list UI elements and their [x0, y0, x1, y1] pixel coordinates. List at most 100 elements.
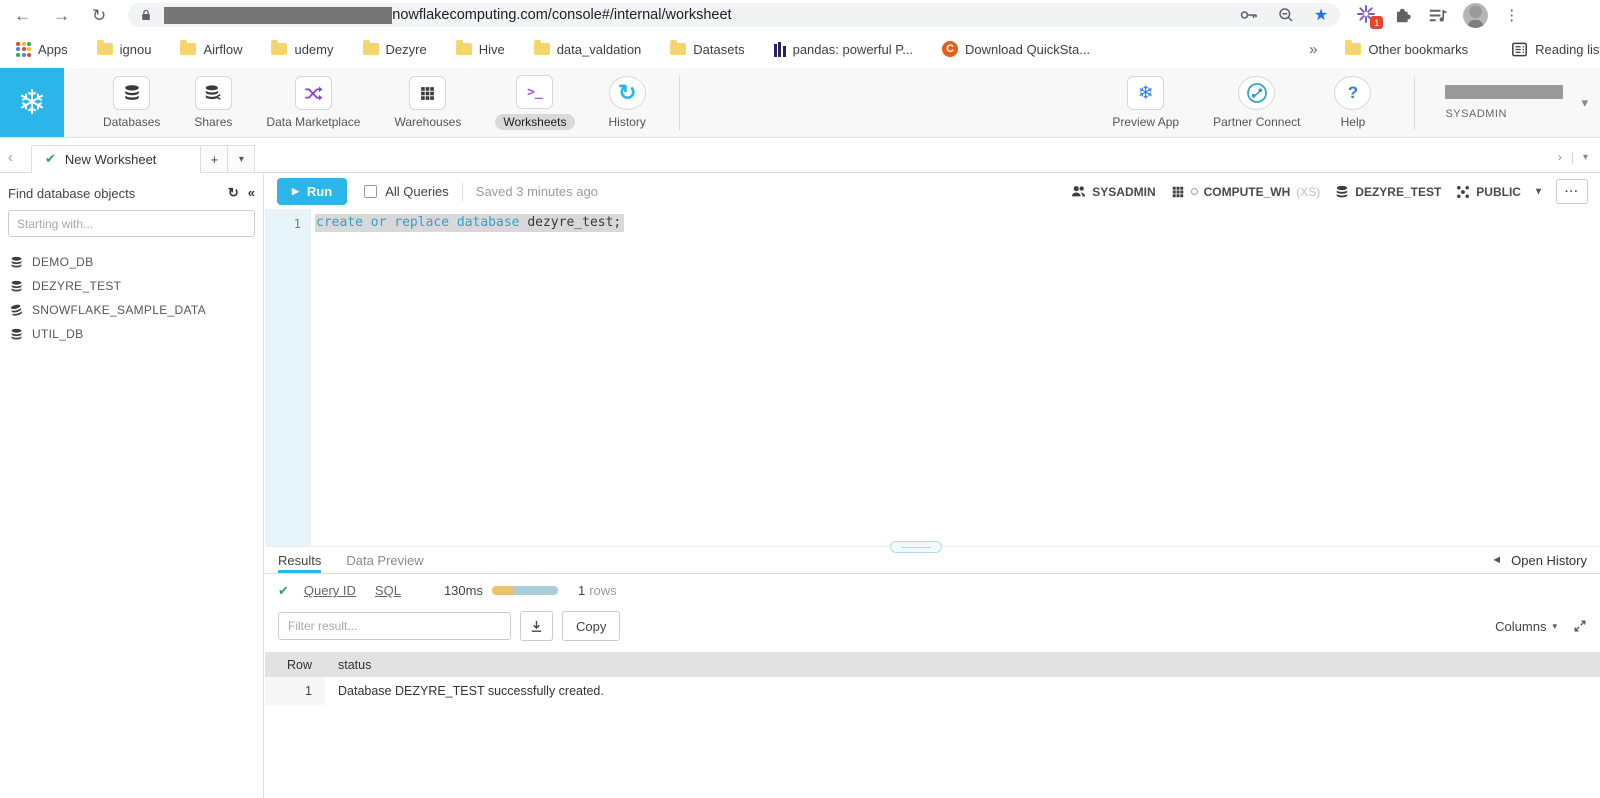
- worksheet-toolbar: ▶ Run All Queries Saved 3 minutes ago SY…: [265, 174, 1600, 209]
- new-worksheet-button[interactable]: +: [201, 145, 228, 173]
- browser-toolbar: ← → ↻ nowflakecomputing.com/console#/int…: [0, 0, 1600, 30]
- apps-grid-icon: [16, 42, 31, 57]
- snowflake-logo[interactable]: ❄: [0, 68, 64, 137]
- filter-result-input[interactable]: [278, 612, 511, 640]
- results-table: Row status 1 Database DEZYRE_TEST succes…: [265, 652, 1600, 705]
- redacted-username: [1445, 85, 1563, 99]
- status-cell: Database DEZYRE_TEST successfully create…: [325, 684, 604, 698]
- table-row[interactable]: 1 Database DEZYRE_TEST successfully crea…: [265, 677, 1600, 705]
- bookmark-folder-ignou[interactable]: ignou: [97, 42, 152, 57]
- expand-results-icon[interactable]: [1573, 619, 1587, 633]
- refresh-objects-icon[interactable]: ↻: [228, 185, 239, 201]
- worksheet-tab[interactable]: ✔ New Worksheet: [31, 145, 201, 173]
- extension-burst-icon[interactable]: 1: [1356, 4, 1378, 26]
- divider: [679, 76, 680, 130]
- address-bar[interactable]: nowflakecomputing.com/console#/internal/…: [128, 3, 1340, 27]
- columns-dropdown[interactable]: Columns ▾: [1495, 619, 1557, 634]
- extensions-puzzle-icon[interactable]: [1394, 6, 1412, 24]
- sql-editor[interactable]: 1 create or replace database dezyre_test…: [265, 209, 1600, 546]
- data-marketplace-icon: [304, 84, 323, 103]
- user-menu-caret-icon[interactable]: ▾: [1581, 95, 1588, 111]
- nav-item-help[interactable]: ? Help: [1317, 76, 1388, 129]
- browser-reload-button[interactable]: ↻: [92, 7, 106, 24]
- tab-scroll-right-icon[interactable]: ›: [1558, 150, 1562, 164]
- browser-forward-button[interactable]: →: [53, 7, 70, 24]
- c-logo-icon: C: [942, 41, 958, 57]
- sql-identifier: dezyre_test;: [527, 215, 621, 230]
- context-caret-icon[interactable]: ▾: [1536, 186, 1541, 197]
- bookmarks-overflow-icon[interactable]: »: [1309, 41, 1317, 58]
- browser-menu-icon[interactable]: ⋮: [1504, 6, 1519, 24]
- user-menu[interactable]: SYSADMIN: [1414, 76, 1563, 130]
- nav-item-worksheets[interactable]: >_ Worksheets: [478, 75, 591, 130]
- bookmark-folder-airflow[interactable]: Airflow: [180, 42, 242, 57]
- reading-list[interactable]: Reading list: [1511, 41, 1600, 58]
- nav-item-history[interactable]: ↻ History: [592, 76, 663, 129]
- tab-options-caret[interactable]: ▾: [1583, 152, 1588, 163]
- worksheet-list-caret[interactable]: ▾: [228, 145, 255, 173]
- copy-button[interactable]: Copy: [562, 611, 620, 641]
- snowflake-icon: ❄: [18, 83, 47, 123]
- bookmark-folder-hive[interactable]: Hive: [456, 42, 505, 57]
- worksheet-more-button[interactable]: ···: [1556, 179, 1588, 204]
- row-number-cell: 1: [265, 677, 325, 705]
- folder-icon: [534, 43, 550, 55]
- nav-item-preview-app[interactable]: ❄ Preview App: [1095, 76, 1196, 129]
- context-database-selector[interactable]: DEZYRE_TEST: [1335, 185, 1441, 199]
- browser-back-button[interactable]: ←: [14, 7, 31, 24]
- run-button[interactable]: ▶ Run: [277, 178, 347, 205]
- database-item-dezyre-test[interactable]: DEZYRE_TEST: [8, 274, 255, 298]
- bookmark-download-quickstart[interactable]: C Download QuickSta...: [942, 41, 1090, 57]
- nav-item-data-marketplace[interactable]: Data Marketplace: [249, 76, 377, 129]
- collapse-sidebar-icon[interactable]: «: [248, 185, 255, 201]
- folder-icon: [1345, 43, 1361, 55]
- database-item-snowflake-sample-data[interactable]: SNOWFLAKE_SAMPLE_DATA: [8, 298, 255, 322]
- bookmark-star-icon[interactable]: ★: [1314, 5, 1328, 25]
- open-history-button[interactable]: ◄ Open History: [1491, 553, 1587, 568]
- query-duration: 130ms: [444, 583, 483, 598]
- download-results-button[interactable]: [520, 611, 553, 641]
- folder-icon: [456, 43, 472, 55]
- database-item-util-db[interactable]: UTIL_DB: [8, 322, 255, 346]
- bookmark-folder-data-valdation[interactable]: data_valdation: [534, 42, 642, 57]
- preview-app-icon: ❄: [1138, 82, 1154, 105]
- sql-keywords: create or replace database: [316, 215, 527, 230]
- tab-data-preview[interactable]: Data Preview: [346, 547, 423, 573]
- worksheet-main: ▶ Run All Queries Saved 3 minutes ago SY…: [265, 174, 1600, 798]
- context-role-selector[interactable]: SYSADMIN: [1071, 184, 1155, 199]
- saved-status: Saved 3 minutes ago: [476, 184, 598, 199]
- panel-resize-handle[interactable]: [890, 541, 942, 553]
- nav-item-partner-connect[interactable]: Partner Connect: [1196, 76, 1317, 129]
- bookmarks-bar: Apps ignou Airflow udemy Dezyre Hive dat…: [0, 30, 1600, 68]
- query-id-link[interactable]: Query ID: [304, 583, 356, 598]
- tab-results[interactable]: Results: [278, 547, 321, 573]
- code-area[interactable]: create or replace database dezyre_test;: [311, 209, 1600, 546]
- bookmark-folder-udemy[interactable]: udemy: [271, 42, 333, 57]
- warehouse-size-label: (XS): [1296, 185, 1320, 199]
- nav-item-warehouses[interactable]: Warehouses: [377, 76, 478, 129]
- object-search-input[interactable]: [8, 210, 255, 237]
- profile-avatar[interactable]: [1463, 3, 1488, 28]
- role-people-icon: [1071, 184, 1086, 199]
- download-icon: [529, 619, 544, 634]
- other-bookmarks[interactable]: Other bookmarks: [1345, 42, 1468, 57]
- bookmark-apps[interactable]: Apps: [16, 42, 68, 57]
- nav-item-shares[interactable]: Shares: [177, 76, 249, 129]
- sql-link[interactable]: SQL: [375, 583, 401, 598]
- password-key-icon[interactable]: [1240, 9, 1258, 21]
- bookmark-pandas[interactable]: pandas: powerful P...: [774, 42, 913, 57]
- database-item-demo-db[interactable]: DEMO_DB: [8, 250, 255, 274]
- schema-icon: [1456, 185, 1470, 199]
- table-header-row: Row status: [265, 652, 1600, 677]
- bookmark-folder-dezyre[interactable]: Dezyre: [363, 42, 427, 57]
- zoom-out-icon[interactable]: [1278, 7, 1294, 23]
- worksheet-tab-bar: ‹ ✔ New Worksheet + ▾ › | ▾: [0, 138, 1600, 173]
- playlist-extension-icon[interactable]: [1428, 6, 1447, 25]
- bookmark-folder-datasets[interactable]: Datasets: [670, 42, 744, 57]
- context-schema-selector[interactable]: PUBLIC: [1456, 185, 1521, 199]
- all-queries-checkbox[interactable]: [364, 185, 377, 198]
- nav-item-databases[interactable]: Databases: [86, 76, 177, 129]
- history-icon: ↻: [618, 82, 636, 104]
- context-warehouse-selector[interactable]: COMPUTE_WH (XS): [1171, 185, 1321, 199]
- tab-scroll-left-icon[interactable]: ‹: [8, 149, 13, 166]
